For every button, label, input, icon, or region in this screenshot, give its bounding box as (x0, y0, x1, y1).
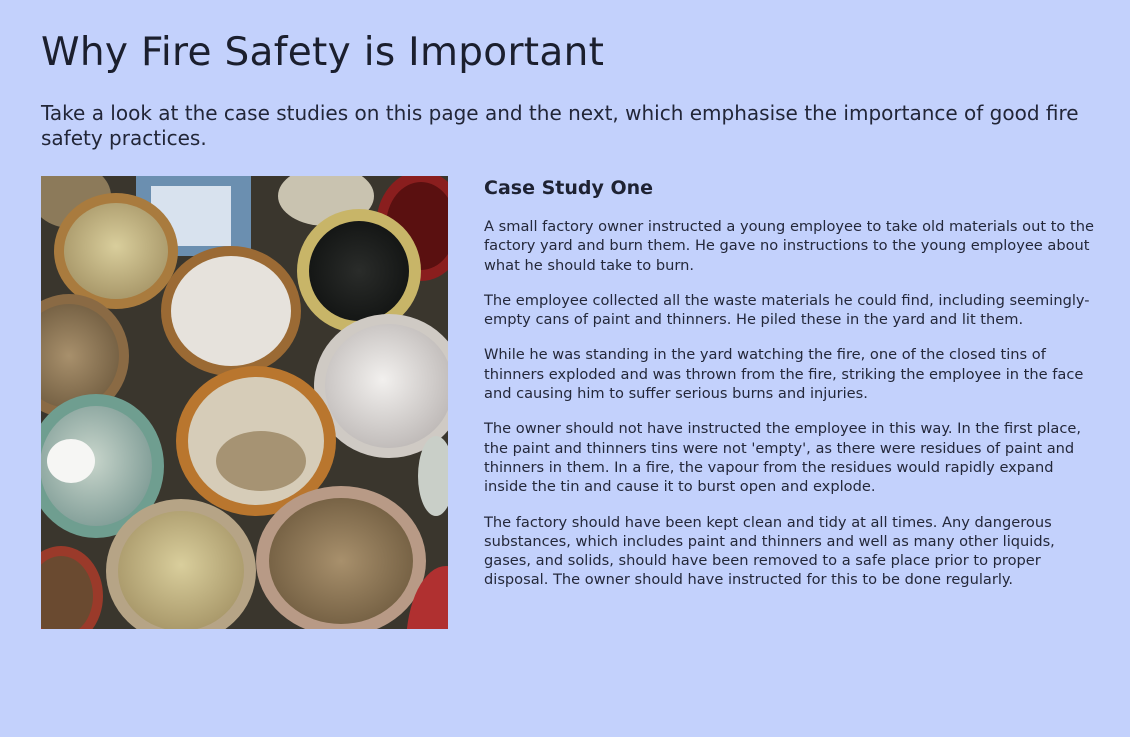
intro-text: Take a look at the case studies on this … (41, 101, 1079, 150)
case-study-paragraph: The factory should have been kept clean … (484, 513, 1055, 589)
case-study-heading: Case Study One (484, 177, 654, 199)
case-study-paragraph: While he was standing in the yard watchi… (484, 346, 1084, 403)
case-study-section: Case Study One A small factory owner ins… (484, 174, 1094, 606)
case-study-paragraph: A small factory owner instructed a young… (484, 218, 1094, 274)
page-title: Why Fire Safety is Important (41, 30, 605, 75)
paint-cans-photo (41, 176, 448, 629)
case-study-paragraph: The owner should not have instructed the… (484, 420, 1082, 496)
case-study-paragraph: The employee collected all the waste mat… (484, 291, 1090, 329)
